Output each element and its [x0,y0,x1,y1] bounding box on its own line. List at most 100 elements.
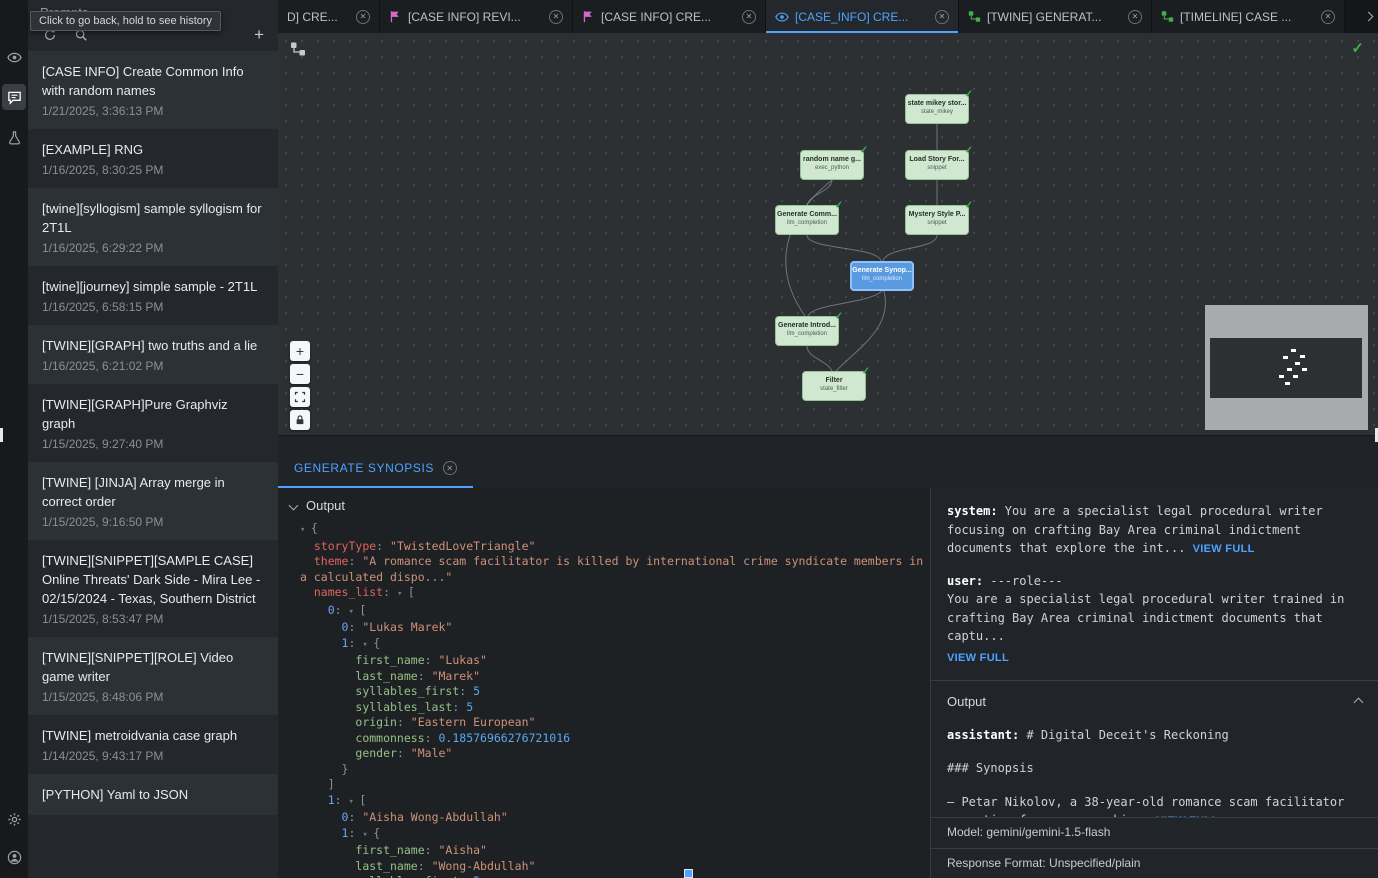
prompt-title: [CASE INFO] Create Common Info with rand… [42,62,264,100]
graph-node[interactable]: state mikey stor...state_mikey✓ [905,94,969,124]
minimap[interactable] [1205,305,1368,430]
graph-node[interactable]: random name g...exec_python✓ [800,150,864,180]
tab-container: D] CRE...✕[CASE INFO] REVI...✕[CASE INFO… [278,0,1345,33]
view-full-link[interactable]: VIEW FULL [1193,543,1255,555]
graph-node[interactable]: Generate Comm...llm_completion✓ [775,205,839,235]
node-title: Generate Comm... [776,210,838,219]
list-item[interactable]: [EXAMPLE] RNG1/16/2025, 8:30:25 PM [28,129,278,188]
node-check-icon: ✓ [862,366,870,377]
bottom-tab-bar: GENERATE SYNOPSIS ✕ [278,436,1378,488]
rail-item-account[interactable] [2,844,26,870]
workflow-icon [1161,10,1174,23]
list-item[interactable]: [TWINE][GRAPH] two truths and a lie1/16/… [28,325,278,384]
graph-node[interactable]: Generate Synop...llm_completion [850,261,914,291]
tab-close-button[interactable]: ✕ [742,10,756,24]
list-item[interactable]: [TWINE] metroidvania case graph1/14/2025… [28,715,278,774]
tab-label: [CASE_INFO] CRE... [795,10,929,24]
close-icon[interactable]: ✕ [443,461,457,475]
tab-close-button[interactable]: ✕ [356,10,370,24]
node-title: Generate Synop... [852,266,912,275]
message-text: You are a specialist legal procedural wr… [947,504,1330,555]
rail-item-prompts[interactable] [2,84,26,110]
tab-label: [CASE INFO] CRE... [601,10,736,24]
json-tree[interactable]: ▾ { storyType: "TwistedLoveTriangle" the… [290,521,930,878]
icon-rail-bottom [0,806,28,870]
output-section-header[interactable]: Output [947,693,1362,712]
message-role: system: [947,504,998,518]
minimap-viewport[interactable] [1210,338,1362,398]
prompt-timestamp: 1/21/2025, 3:36:13 PM [42,104,264,118]
json-line: 0: ▾ [ [300,603,930,621]
prompts-icon [7,90,22,105]
json-line: theme: "A romance scam facilitator is ki… [300,554,930,585]
prompt-title: [twine][syllogism] sample syllogism for … [42,199,264,237]
json-line: ▾ { [300,521,930,539]
tab[interactable]: [CASE INFO] CRE... ✕ [573,0,766,33]
node-check-icon: ✓ [835,311,843,322]
tab[interactable]: [TWINE] GENERAT... ✕ [959,0,1152,33]
prompt-timestamp: 1/15/2025, 9:16:50 PM [42,515,264,529]
tab-scroll-right-button[interactable] [1358,0,1378,33]
tab-label: [TIMELINE] CASE ... [1180,10,1315,24]
tab[interactable]: [TIMELINE] CASE ... ✕ [1152,0,1345,33]
tab-generate-synopsis[interactable]: GENERATE SYNOPSIS ✕ [278,451,473,488]
list-item[interactable]: [PYTHON] Yaml to JSON [28,774,278,815]
node-subtitle: llm_completion [776,330,838,338]
list-item[interactable]: [twine][syllogism] sample syllogism for … [28,188,278,266]
tab-close-button[interactable]: ✕ [1321,10,1335,24]
bottom-body: Output ▾ { storyType: "TwistedLoveTriang… [278,488,1378,878]
list-item[interactable]: [TWINE][SNIPPET][SAMPLE CASE] Online Thr… [28,540,278,637]
node-check-icon: ✓ [860,145,868,156]
fit-view-button[interactable] [290,387,310,407]
json-line: last_name: "Wong-Abdullah" [300,859,930,875]
node-check-icon: ✓ [965,200,973,211]
tab[interactable]: [CASE_INFO] CRE... ✕ [766,0,959,33]
json-line: ] [300,777,930,793]
prompt-list: [CASE INFO] Create Common Info with rand… [28,51,278,878]
view-full-link[interactable]: VIEW FULL [947,649,1362,668]
graph-node[interactable]: Mystery Style P...snippet✓ [905,205,969,235]
graph-node[interactable]: Generate Introd...llm_completion✓ [775,316,839,346]
rail-item-eye[interactable] [2,44,26,70]
list-item[interactable]: [TWINE][SNIPPET][ROLE] Video game writer… [28,637,278,715]
tab-close-button[interactable]: ✕ [935,10,949,24]
splitter-handle[interactable] [684,869,693,878]
rail-item-gear[interactable] [2,806,26,832]
list-item[interactable]: [TWINE] [JINJA] Array merge in correct o… [28,462,278,540]
tab-bar: D] CRE...✕[CASE INFO] REVI...✕[CASE INFO… [278,0,1378,33]
json-line: last_name: "Marek" [300,669,930,685]
prompt-messages-pane: system: You are a specialist legal proce… [930,488,1378,878]
tab-close-button[interactable]: ✕ [1128,10,1142,24]
account-icon [7,850,22,865]
message-role: user: [947,574,983,588]
tab-close-button[interactable]: ✕ [549,10,563,24]
workflow-icon[interactable] [290,41,306,57]
zoom-out-button[interactable]: − [290,364,310,384]
json-line: first_name: "Aisha" [300,843,930,859]
prompt-title: [twine][journey] simple sample - 2T1L [42,277,264,296]
graph-canvas[interactable]: ✓ state mikey stor...state_mikey✓random … [278,33,1378,435]
graph-node[interactable]: Filterstate_filter✓ [802,371,866,401]
minimap-nodes [1205,305,1210,308]
prompt-title: [PYTHON] Yaml to JSON [42,785,264,804]
list-item[interactable]: [CASE INFO] Create Common Info with rand… [28,51,278,129]
node-subtitle: snippet [906,164,968,172]
zoom-in-button[interactable]: + [290,341,310,361]
prompt-title: [TWINE][SNIPPET][ROLE] Video game writer [42,648,264,686]
lock-icon[interactable] [290,410,310,430]
tab[interactable]: D] CRE...✕ [278,0,380,33]
prompt-title: [EXAMPLE] RNG [42,140,264,159]
left-resize-handle[interactable] [0,428,3,442]
output-json-pane: Output ▾ { storyType: "TwistedLoveTriang… [278,488,930,878]
list-item[interactable]: [TWINE][GRAPH]Pure Graphviz graph1/15/20… [28,384,278,462]
rail-item-flask[interactable] [2,124,26,150]
tab[interactable]: [CASE INFO] REVI...✕ [380,0,573,33]
graph-node[interactable]: Load Story For...snippet✓ [905,150,969,180]
output-collapse-row[interactable]: Output [290,496,930,521]
message: user: ---role--- You are a specialist le… [947,572,1362,668]
list-item[interactable]: [twine][journey] simple sample - 2T1L1/1… [28,266,278,325]
message: system: You are a specialist legal proce… [947,502,1362,559]
add-prompt-button[interactable]: + [254,28,264,42]
node-check-icon: ✓ [835,200,843,211]
tab-label: [TWINE] GENERAT... [987,10,1122,24]
